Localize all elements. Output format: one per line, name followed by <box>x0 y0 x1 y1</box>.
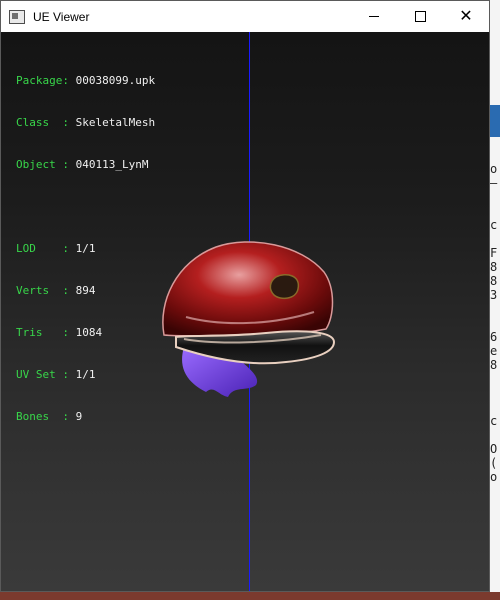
window-controls: ✕ <box>351 1 489 32</box>
object-label: Object : <box>16 158 69 171</box>
background-char: e <box>490 344 498 358</box>
title-bar[interactable]: UE Viewer ✕ <box>1 1 489 32</box>
uvset-value: 1/1 <box>75 368 96 381</box>
background-char: o <box>490 162 498 176</box>
ue-viewer-window: UE Viewer ✕ Package: 00038099.upk Class … <box>0 0 490 592</box>
background-char: F <box>490 246 498 260</box>
minimize-icon <box>369 16 379 17</box>
background-window-right: o — c F 8 8 3 6 e 8 c O ( o <box>490 0 500 600</box>
uvset-label: UV Set : <box>16 368 69 381</box>
background-char: 8 <box>490 358 498 372</box>
lod-label: LOD : <box>16 242 69 255</box>
background-char: 8 <box>490 274 498 288</box>
app-icon <box>9 9 25 24</box>
background-char: 3 <box>490 288 498 302</box>
background-char: 8 <box>490 260 498 274</box>
minimize-button[interactable] <box>351 1 397 32</box>
package-label: Package: <box>16 74 69 87</box>
3d-viewport[interactable]: Package: 00038099.upk Class : SkeletalMe… <box>1 32 489 591</box>
hat-mesh-model <box>162 241 336 397</box>
cap-badge <box>269 274 300 300</box>
close-icon: ✕ <box>459 7 473 25</box>
mesh-info-overlay: Package: 00038099.upk Class : SkeletalMe… <box>16 46 155 452</box>
lod-value: 1/1 <box>75 242 96 255</box>
maximize-button[interactable] <box>397 1 443 32</box>
background-char: c <box>490 218 498 232</box>
cap-crown <box>162 241 334 337</box>
tris-label: Tris : <box>16 326 69 339</box>
background-char: o <box>490 470 498 484</box>
window-title: UE Viewer <box>33 9 90 24</box>
bones-value: 9 <box>75 410 83 423</box>
background-char: — <box>490 176 498 190</box>
class-value: SkeletalMesh <box>75 116 156 129</box>
class-label: Class : <box>16 116 69 129</box>
desktop-background-bottom <box>0 592 500 600</box>
background-char: O <box>490 442 498 456</box>
package-value: 00038099.upk <box>75 74 156 87</box>
verts-value: 894 <box>75 284 96 297</box>
background-blue-strip <box>490 105 500 137</box>
tris-value: 1084 <box>75 326 103 339</box>
maximize-icon <box>414 11 426 22</box>
bones-label: Bones : <box>16 410 69 423</box>
close-button[interactable]: ✕ <box>443 1 489 32</box>
background-char: c <box>490 414 498 428</box>
object-value: 040113_LynM <box>75 158 149 171</box>
background-char: ( <box>490 456 498 470</box>
verts-label: Verts : <box>16 284 69 297</box>
background-char: 6 <box>490 330 498 344</box>
